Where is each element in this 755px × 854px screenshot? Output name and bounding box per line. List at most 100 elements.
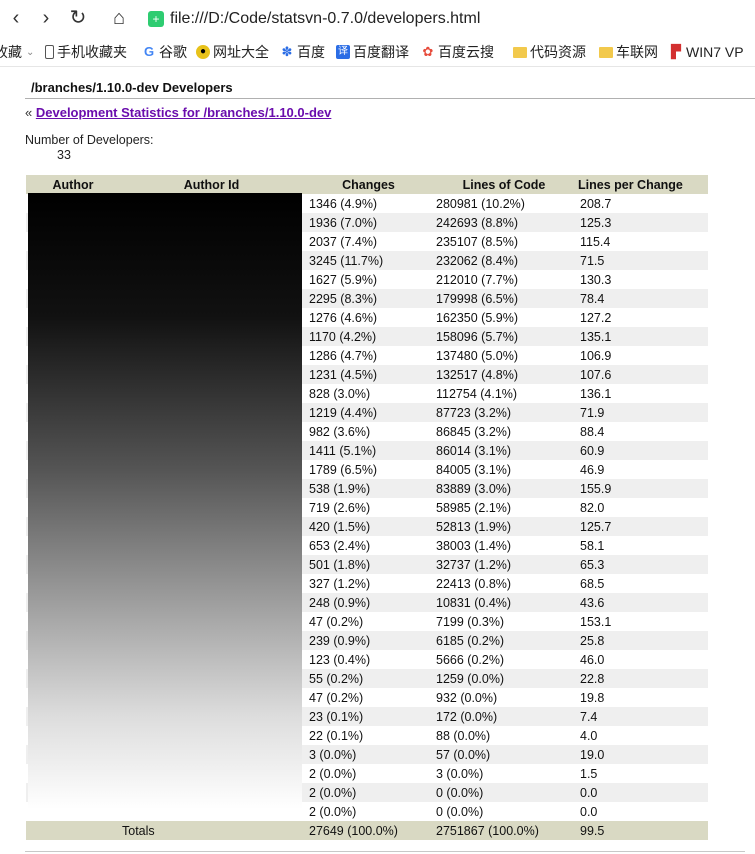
changes-cell: 327 (1.2%) <box>303 574 430 593</box>
lines-of-code-cell: 1259 (0.0%) <box>430 669 574 688</box>
changes-cell: 2037 (7.4%) <box>303 232 430 251</box>
bookmark-item[interactable]: 译百度翻译 <box>336 42 409 62</box>
column-header-author[interactable]: Author <box>26 175 116 194</box>
column-header-lines-per-change[interactable]: Lines per Change <box>574 175 708 194</box>
url-text[interactable]: file:///D:/Code/statsvn-0.7.0/developers… <box>170 10 480 28</box>
column-header-changes[interactable]: Changes <box>303 175 430 194</box>
lines-per-change-cell: 19.0 <box>574 745 708 764</box>
lines-of-code-cell: 132517 (4.8%) <box>430 365 574 384</box>
lines-of-code-cell: 172 (0.0%) <box>430 707 574 726</box>
folder-icon <box>599 46 613 58</box>
divider <box>25 851 745 852</box>
column-header-lines-of-code[interactable]: Lines of Code <box>430 175 574 194</box>
lines-per-change-cell: 208.7 <box>574 194 708 213</box>
lines-of-code-cell: 57 (0.0%) <box>430 745 574 764</box>
column-header-author-id[interactable]: Author Id <box>116 175 303 194</box>
lines-per-change-cell: 71.5 <box>574 251 708 270</box>
bookmark-item[interactable]: 收藏⌄ <box>0 42 34 62</box>
lines-per-change-cell: 135.1 <box>574 327 708 346</box>
lines-per-change-cell: 68.5 <box>574 574 708 593</box>
lines-per-change-cell: 153.1 <box>574 612 708 631</box>
bookmark-item[interactable]: ● 网址大全 <box>196 42 269 62</box>
changes-cell: 1789 (6.5%) <box>303 460 430 479</box>
changes-cell: 2 (0.0%) <box>303 802 430 821</box>
lines-of-code-cell: 6185 (0.2%) <box>430 631 574 650</box>
lines-per-change-cell: 127.2 <box>574 308 708 327</box>
shield-icon: + <box>148 11 164 27</box>
changes-cell: 248 (0.9%) <box>303 593 430 612</box>
bookmark-item[interactable]: ▛ WIN7 VP <box>669 42 744 62</box>
lines-of-code-cell: 158096 (5.7%) <box>430 327 574 346</box>
lines-per-change-cell: 7.4 <box>574 707 708 726</box>
lines-of-code-cell: 3 (0.0%) <box>430 764 574 783</box>
changes-cell: 828 (3.0%) <box>303 384 430 403</box>
lines-per-change-cell: 4.0 <box>574 726 708 745</box>
lines-of-code-cell: 84005 (3.1%) <box>430 460 574 479</box>
bookmark-item[interactable]: 车联网 <box>599 42 658 62</box>
lines-of-code-cell: 112754 (4.1%) <box>430 384 574 403</box>
lines-of-code-cell: 280981 (10.2%) <box>430 194 574 213</box>
forward-icon[interactable]: › <box>34 6 58 30</box>
home-icon[interactable]: ⌂ <box>107 6 131 30</box>
back-icon[interactable]: ‹ <box>4 6 28 30</box>
lines-per-change-cell: 130.3 <box>574 270 708 289</box>
changes-cell: 22 (0.1%) <box>303 726 430 745</box>
changes-cell: 3 (0.0%) <box>303 745 430 764</box>
lines-per-change-cell: 106.9 <box>574 346 708 365</box>
changes-cell: 55 (0.2%) <box>303 669 430 688</box>
changes-cell: 1936 (7.0%) <box>303 213 430 232</box>
bookmark-item[interactable]: G 谷歌 <box>142 42 187 62</box>
lines-of-code-cell: 22413 (0.8%) <box>430 574 574 593</box>
developer-count-label: Number of Developers: <box>25 133 154 147</box>
developer-count-value: 33 <box>57 148 71 162</box>
table-header-row: Author Author Id Changes Lines of Code L… <box>26 175 708 194</box>
lines-per-change-cell: 22.8 <box>574 669 708 688</box>
cloud-icon: ✿ <box>422 44 434 59</box>
changes-cell: 1219 (4.4%) <box>303 403 430 422</box>
bookmark-item[interactable]: ✽ 百度 <box>280 42 325 62</box>
lines-per-change-cell: 88.4 <box>574 422 708 441</box>
lines-of-code-cell: 0 (0.0%) <box>430 783 574 802</box>
lines-per-change-cell: 46.9 <box>574 460 708 479</box>
changes-cell: 538 (1.9%) <box>303 479 430 498</box>
lines-per-change-cell: 46.0 <box>574 650 708 669</box>
changes-cell: 3245 (11.7%) <box>303 251 430 270</box>
bookmark-item[interactable]: ✿ 百度云搜 <box>421 42 494 62</box>
totals-changes: 27649 (100.0%) <box>303 821 430 840</box>
development-statistics-link[interactable]: Development Statistics for /branches/1.1… <box>36 105 332 120</box>
lines-per-change-cell: 43.6 <box>574 593 708 612</box>
lines-per-change-cell: 136.1 <box>574 384 708 403</box>
bookmark-item[interactable]: 代码资源 <box>513 42 586 62</box>
baidu-icon: ✽ <box>281 44 293 59</box>
lines-of-code-cell: 7199 (0.3%) <box>430 612 574 631</box>
lines-of-code-cell: 932 (0.0%) <box>430 688 574 707</box>
changes-cell: 1346 (4.9%) <box>303 194 430 213</box>
lines-per-change-cell: 0.0 <box>574 783 708 802</box>
lines-per-change-cell: 82.0 <box>574 498 708 517</box>
changes-cell: 2295 (8.3%) <box>303 289 430 308</box>
lines-of-code-cell: 86845 (3.2%) <box>430 422 574 441</box>
lines-of-code-cell: 86014 (3.1%) <box>430 441 574 460</box>
lines-per-change-cell: 71.9 <box>574 403 708 422</box>
reload-icon[interactable]: ↻ <box>66 6 90 30</box>
changes-cell: 420 (1.5%) <box>303 517 430 536</box>
changes-cell: 239 (0.9%) <box>303 631 430 650</box>
page-title-bar: /branches/1.10.0-dev Developers <box>25 78 755 99</box>
address-bar[interactable]: + file:///D:/Code/statsvn-0.7.0/develope… <box>148 8 480 30</box>
lines-per-change-cell: 78.4 <box>574 289 708 308</box>
lines-per-change-cell: 155.9 <box>574 479 708 498</box>
lines-of-code-cell: 242693 (8.8%) <box>430 213 574 232</box>
lines-of-code-cell: 179998 (6.5%) <box>430 289 574 308</box>
redacted-author-area <box>28 193 302 809</box>
changes-cell: 123 (0.4%) <box>303 650 430 669</box>
lines-of-code-cell: 38003 (1.4%) <box>430 536 574 555</box>
folder-icon <box>513 46 527 58</box>
lines-per-change-cell: 19.8 <box>574 688 708 707</box>
changes-cell: 1276 (4.6%) <box>303 308 430 327</box>
lines-per-change-cell: 1.5 <box>574 764 708 783</box>
totals-lines-of-code: 2751867 (100.0%) <box>430 821 574 840</box>
bookmark-item[interactable]: 手机收藏夹 <box>45 42 127 62</box>
lines-of-code-cell: 5666 (0.2%) <box>430 650 574 669</box>
changes-cell: 1170 (4.2%) <box>303 327 430 346</box>
lines-per-change-cell: 0.0 <box>574 802 708 821</box>
